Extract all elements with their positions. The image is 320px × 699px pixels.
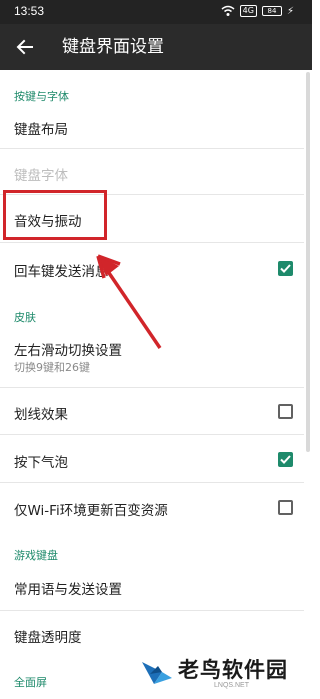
arrow-left-icon[interactable] (14, 36, 36, 58)
section-header-keys-fonts: 按键与字体 (14, 90, 69, 103)
wifi-update-label: 仅Wi-Fi环境更新百变资源 (14, 503, 168, 519)
key-bubble-checkbox[interactable] (278, 452, 293, 467)
checkmark-icon (280, 264, 291, 273)
wifi-icon (221, 5, 235, 16)
swipe-switch-subtitle: 切换9键和26键 (14, 361, 90, 374)
divider (0, 434, 304, 435)
status-icons: 4G 84 ⚡ (221, 5, 294, 17)
line-effect-label: 划线效果 (14, 407, 68, 423)
divider (0, 387, 304, 388)
watermark: 老鸟软件园 LNQS.NET (112, 648, 312, 699)
section-header-skin: 皮肤 (14, 311, 36, 324)
section-header-game-keyboard: 游戏键盘 (14, 549, 58, 562)
divider (0, 148, 304, 149)
keyboard-layout-label: 键盘布局 (14, 122, 68, 138)
divider (0, 242, 304, 243)
scrollbar[interactable] (306, 72, 310, 452)
line-effect-checkbox[interactable] (278, 404, 293, 419)
enter-send-checkbox[interactable] (278, 261, 293, 276)
checkmark-icon (280, 455, 291, 464)
common-phrases-label: 常用语与发送设置 (14, 582, 122, 598)
annotation-highlight-box (3, 190, 107, 240)
charging-icon: ⚡ (286, 5, 294, 17)
wifi-update-checkbox[interactable] (278, 500, 293, 515)
divider (0, 482, 304, 483)
status-time: 13:53 (14, 4, 45, 18)
page-title: 键盘界面设置 (62, 37, 164, 57)
keyboard-transparency-label: 键盘透明度 (14, 630, 82, 646)
enter-send-label: 回车键发送消息 (14, 264, 109, 280)
swipe-switch-label: 左右滑动切换设置 (14, 343, 122, 359)
app-bar: 键盘界面设置 (0, 24, 312, 70)
status-bar: 13:53 4G 84 ⚡ (0, 0, 312, 24)
watermark-name: 老鸟软件园 (178, 658, 288, 682)
key-bubble-label: 按下气泡 (14, 455, 68, 471)
keyboard-font-label: 键盘字体 (14, 168, 68, 184)
network-badge: 4G (239, 5, 257, 17)
section-header-fullscreen: 全面屏 (14, 676, 47, 689)
watermark-url: LNQS.NET (214, 682, 250, 689)
battery-icon: 84 (261, 6, 282, 16)
bird-logo-icon (142, 662, 172, 684)
divider (0, 610, 304, 611)
